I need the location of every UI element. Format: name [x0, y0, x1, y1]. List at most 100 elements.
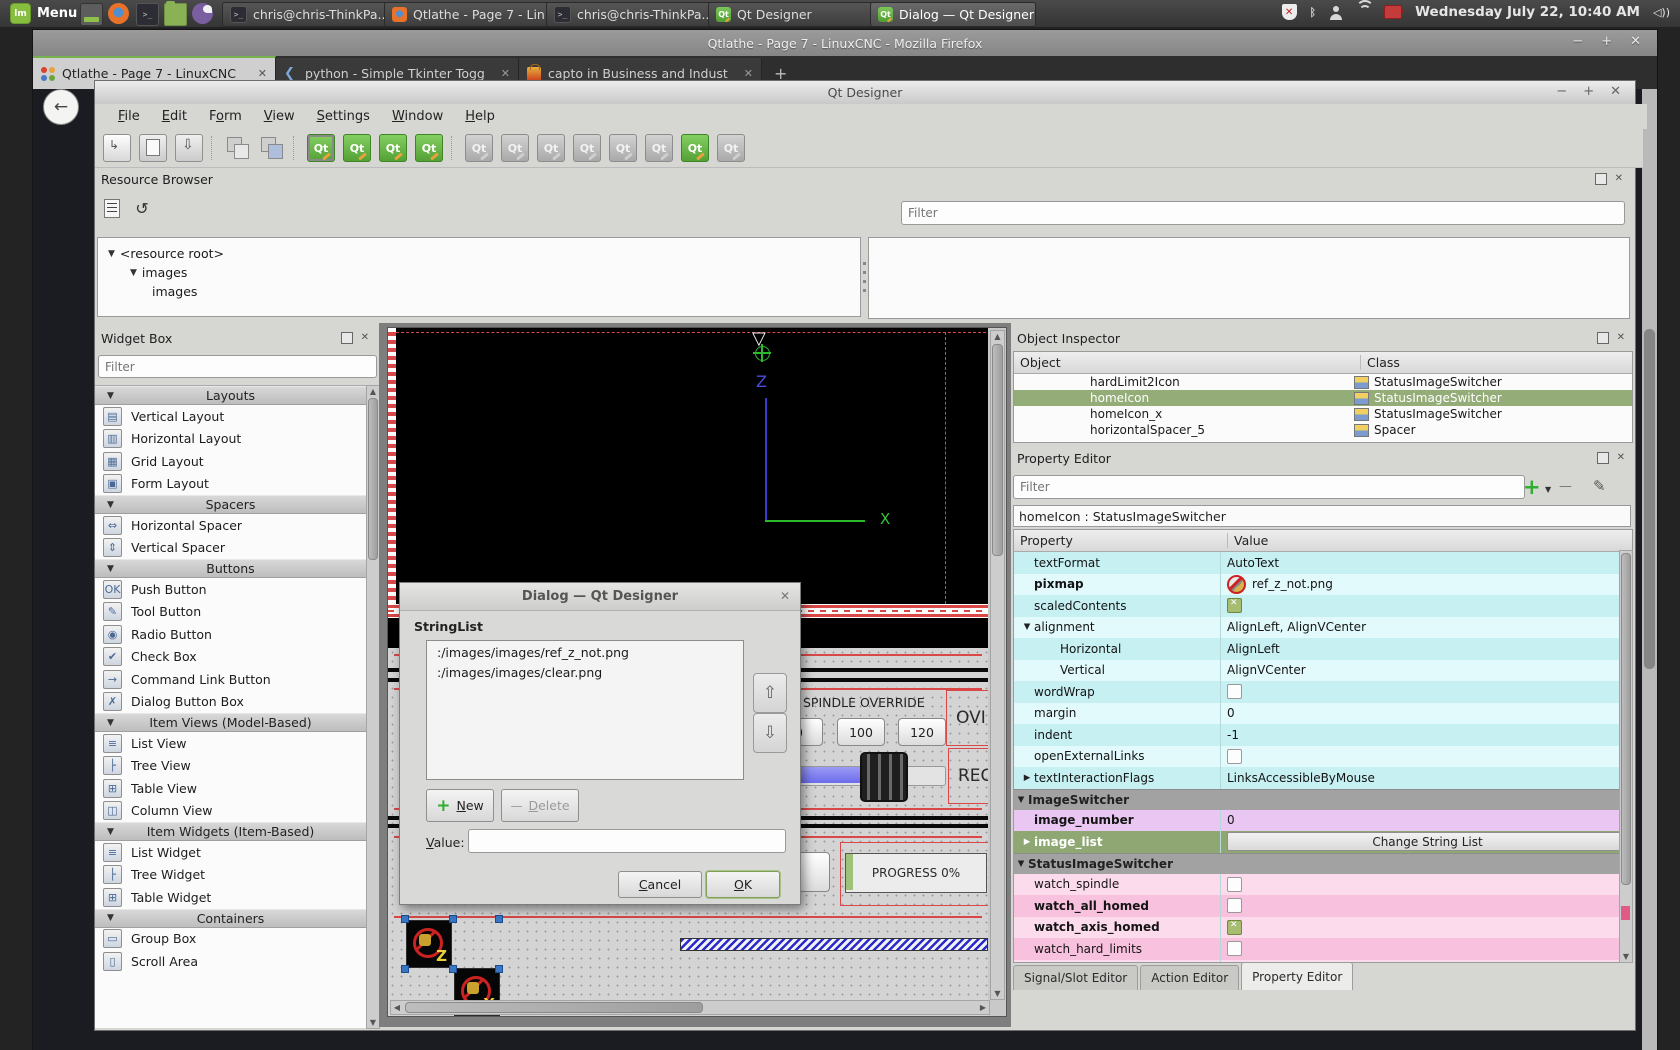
selection-handle[interactable]	[449, 915, 457, 923]
tab-close-icon[interactable]: ✕	[744, 67, 753, 80]
property-value-cell[interactable]: ref_z_not.png	[1221, 574, 1632, 596]
inspector-row[interactable]: homeIcon_xStatusImageSwitcher	[1014, 406, 1632, 422]
checkbox-unchecked-icon[interactable]	[1227, 749, 1242, 764]
form-vscrollbar[interactable]: ▲ ▼	[990, 330, 1005, 1000]
status-icons-selection[interactable]: Z X	[404, 918, 500, 970]
toolbar-doc-icon[interactable]	[103, 134, 131, 162]
property-filter-input[interactable]	[1013, 475, 1525, 499]
dock-close-icon[interactable]: ✕	[361, 332, 369, 344]
resource-filter-input[interactable]	[901, 201, 1625, 225]
move-down-button[interactable]: ⇩	[753, 713, 787, 753]
inspector-row[interactable]: hardLimit2IconStatusImageSwitcher	[1014, 374, 1632, 390]
volume-tray-icon[interactable]: ◁))	[1653, 6, 1670, 19]
change-string-list-button[interactable]: Change String List	[1227, 832, 1628, 851]
property-value-cell[interactable]: Change String List	[1221, 831, 1632, 853]
menu-item-view[interactable]: View	[253, 106, 306, 127]
property-row[interactable]: ▶textInteractionFlagsLinksAccessibleByMo…	[1014, 767, 1632, 789]
property-value-cell[interactable]: AlignVCenter	[1221, 660, 1632, 682]
widgetbox-item[interactable]: ≡List Widget	[95, 841, 366, 864]
scroll-up-icon[interactable]: ▲	[991, 332, 1004, 341]
widgetbox-item[interactable]: ✎Tool Button	[95, 601, 366, 624]
stringlist-listbox[interactable]: :/images/images/ref_z_not.png:/images/im…	[426, 640, 744, 780]
wifi-tray-icon[interactable]	[1355, 6, 1371, 18]
toolbar-sq1-icon[interactable]	[225, 135, 251, 161]
firefox-back-button[interactable]: ←	[43, 89, 79, 125]
scrollbar-handle[interactable]	[368, 398, 378, 560]
spindle-slider-handle[interactable]	[860, 752, 908, 802]
scroll-down-icon[interactable]: ▼	[1620, 952, 1632, 961]
widget-section-header[interactable]: ▼Buttons	[95, 559, 366, 578]
widgetbox-item[interactable]: ▣Form Layout	[95, 473, 366, 496]
add-dropdown-icon[interactable]: ▼	[1545, 485, 1551, 494]
property-row[interactable]: scaledContents	[1014, 595, 1632, 617]
show-desktop-icon[interactable]	[80, 3, 103, 26]
clock[interactable]: Wednesday July 22, 10:40 AM	[1415, 4, 1640, 20]
widget-section-header[interactable]: ▼Containers	[95, 909, 366, 928]
toolbar-qtg-icon[interactable]: Qt	[501, 134, 529, 162]
selection-handle[interactable]	[495, 965, 503, 973]
menu-item-form[interactable]: Form	[198, 106, 253, 127]
scrollbar-handle[interactable]	[1644, 329, 1655, 669]
widgetbox-item[interactable]: ⇕Vertical Spacer	[95, 537, 366, 560]
firefox-maximize-button[interactable]: +	[1601, 34, 1612, 49]
toolbar-clip-icon[interactable]	[139, 134, 167, 162]
property-row[interactable]: margin0	[1014, 703, 1632, 725]
widget-section-header[interactable]: ▼Item Widgets (Item-Based)	[95, 822, 366, 841]
toolbar-qtg-icon[interactable]: Qt	[609, 134, 637, 162]
widgetbox-item[interactable]: ▯Scroll Area	[95, 950, 366, 973]
cnc-preview[interactable]: ▽ Z X	[388, 328, 988, 604]
inspector-row[interactable]: horizontalSpacer_5Spacer	[1014, 422, 1632, 438]
dock-close-icon[interactable]: ✕	[1615, 173, 1623, 185]
tab-property-editor[interactable]: Property Editor	[1241, 962, 1353, 990]
home-z-icon[interactable]: Z	[406, 920, 452, 968]
splitter-handle[interactable]	[863, 262, 866, 292]
scrollbar-handle[interactable]	[992, 344, 1003, 556]
remove-property-icon[interactable]: —	[1559, 479, 1572, 494]
toolbar-qtg-icon[interactable]: Qt	[717, 134, 745, 162]
widgetbox-item[interactable]: ▭Group Box	[95, 928, 366, 951]
property-value-cell[interactable]	[1221, 895, 1632, 917]
firewall-tray-icon[interactable]: ✕	[1282, 4, 1297, 20]
widgetbox-item[interactable]: ▥Horizontal Layout	[95, 428, 366, 451]
stringlist-item[interactable]: :/images/images/clear.png	[437, 665, 743, 685]
tab-close-icon[interactable]: ✕	[258, 67, 267, 80]
widgetbox-item[interactable]: ✔Check Box	[95, 646, 366, 669]
scroll-left-icon[interactable]: ◀	[393, 1003, 401, 1012]
expander-icon[interactable]: ▼	[108, 249, 115, 259]
tab-action-editor[interactable]: Action Editor	[1140, 965, 1239, 990]
checkbox-unchecked-icon[interactable]	[1227, 941, 1242, 956]
section-expander-icon[interactable]: ▼	[107, 564, 114, 574]
checkbox-checked-icon[interactable]	[1227, 920, 1242, 935]
firefox-minimize-button[interactable]: −	[1572, 34, 1583, 49]
taskbar-window-button[interactable]: QtDialog — Qt Designer	[870, 2, 1036, 27]
user-tray-icon[interactable]	[1329, 6, 1342, 19]
property-row[interactable]: image_number0	[1014, 810, 1632, 832]
property-value-cell[interactable]	[1221, 746, 1632, 768]
toolbar-qtg-icon[interactable]: Qt	[537, 134, 565, 162]
property-section-header[interactable]: ▼ImageSwitcher	[1014, 789, 1632, 810]
delete-button[interactable]: — Delete	[501, 789, 579, 822]
messenger-launcher-icon[interactable]	[192, 3, 213, 24]
toolbar-qton-icon[interactable]: Qt	[307, 134, 335, 162]
scroll-right-icon[interactable]: ▶	[979, 1003, 987, 1012]
selection-handle[interactable]	[495, 915, 503, 923]
widgetbox-item[interactable]: ◫Column View	[95, 800, 366, 823]
scrollbar-handle[interactable]	[1621, 553, 1631, 885]
new-button[interactable]: + New	[426, 789, 494, 822]
property-value-cell[interactable]: LinksAccessibleByMouse	[1221, 767, 1632, 789]
property-value-cell[interactable]	[1221, 917, 1632, 939]
dock-close-icon[interactable]: ✕	[1617, 452, 1625, 464]
scrollbar-handle[interactable]	[405, 1002, 703, 1013]
dialog-close-button[interactable]: ✕	[780, 589, 790, 603]
taskbar-window-button[interactable]: Qtlathe - Page 7 - Lin...	[384, 2, 550, 27]
menu-item-settings[interactable]: Settings	[306, 106, 381, 127]
cancel-button[interactable]: Cancel	[618, 871, 702, 898]
menu-item-help[interactable]: Help	[454, 106, 506, 127]
column-header-object[interactable]: Object	[1014, 355, 1361, 370]
scroll-up-icon[interactable]: ▲	[367, 387, 379, 396]
toolbar-qt-icon[interactable]: Qt	[379, 134, 407, 162]
resource-tree-row[interactable]: images	[104, 282, 860, 301]
property-row[interactable]: watch_all_homed	[1014, 895, 1632, 917]
property-value-cell[interactable]: AlignLeft, AlignVCenter	[1221, 617, 1632, 639]
property-value-cell[interactable]	[1221, 595, 1632, 617]
